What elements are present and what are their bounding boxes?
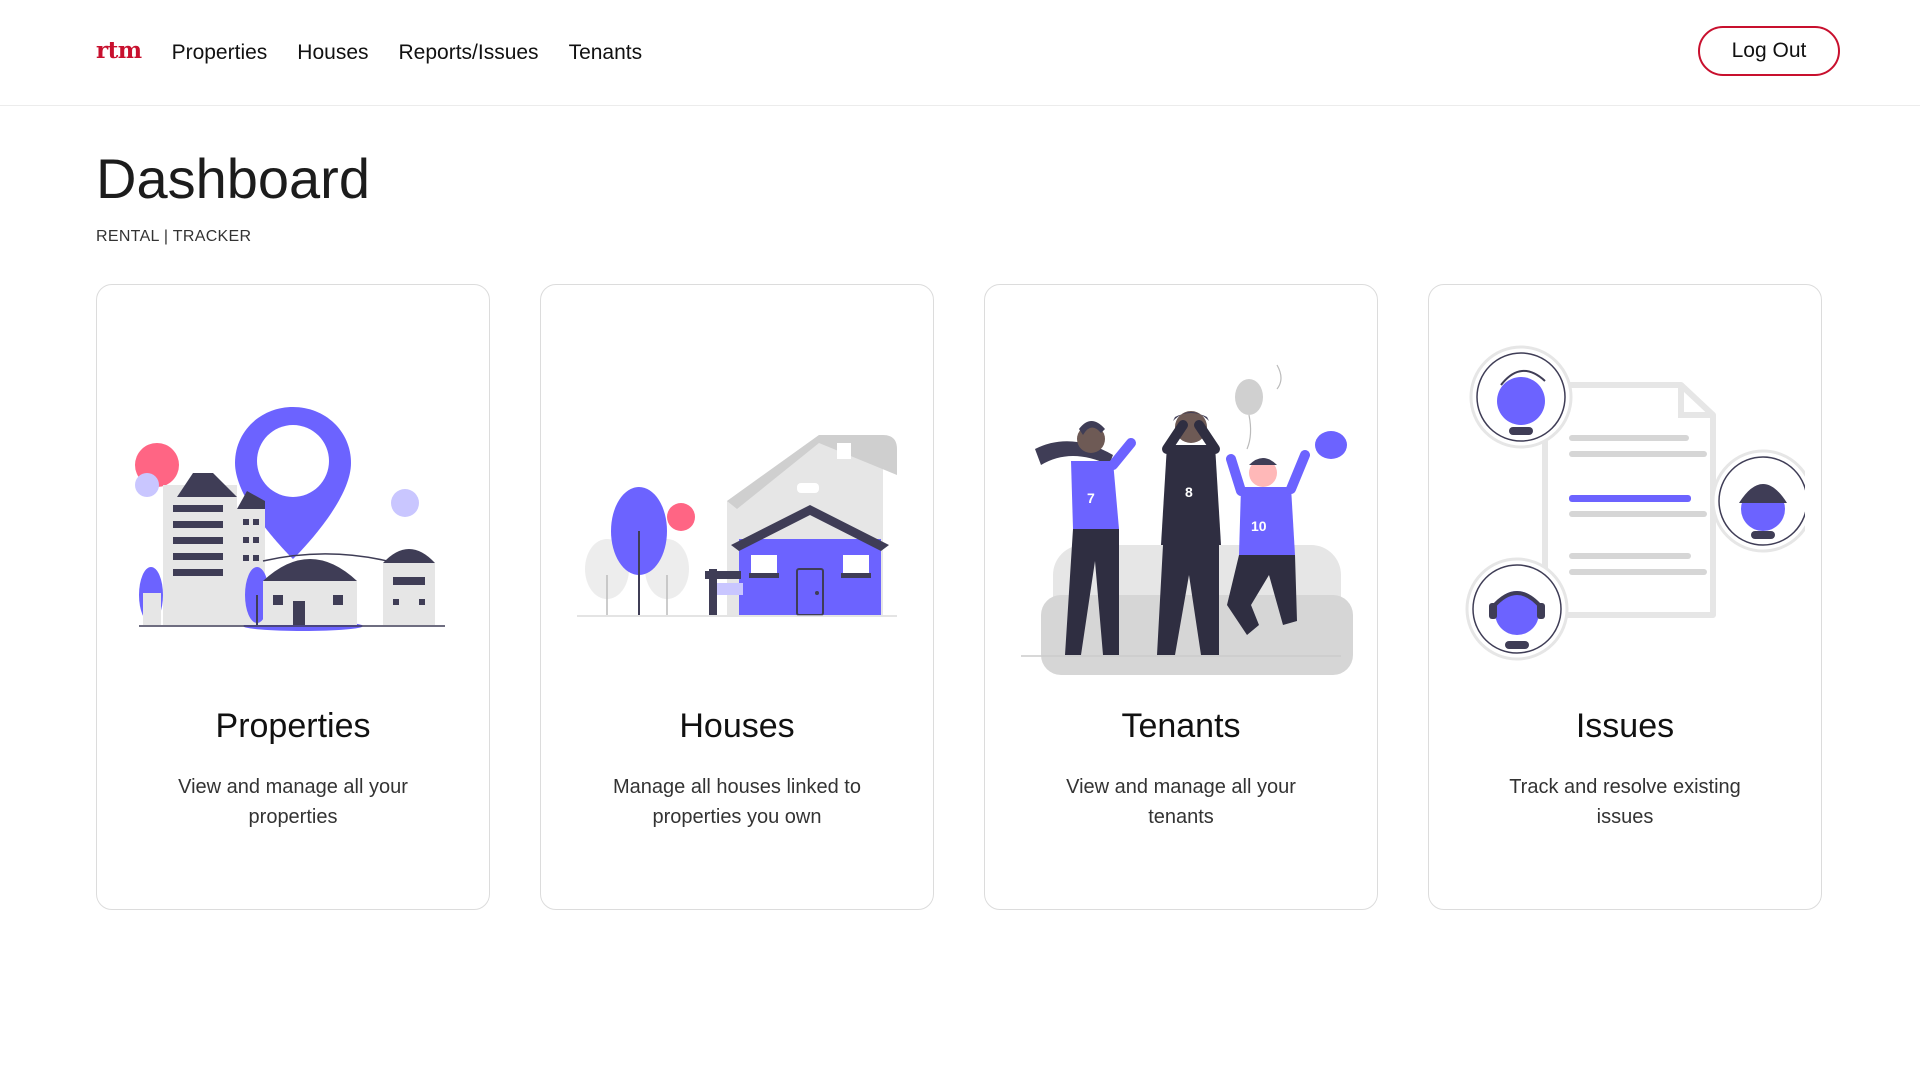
nav-link-tenants[interactable]: Tenants — [569, 41, 643, 65]
card-description: Manage all houses linked to properties y… — [613, 776, 861, 828]
card-title: Issues — [1575, 707, 1675, 745]
card-title: Properties — [215, 707, 371, 745]
card-description: Track and resolve existing issues — [1509, 776, 1741, 828]
log-out-button[interactable]: Log Out — [1698, 26, 1840, 76]
nav-link-houses[interactable]: Houses — [297, 41, 368, 65]
card-tenants[interactable]: 7 8 10 Tenants View and manage all your … — [984, 284, 1378, 910]
house-illustration — [577, 435, 897, 617]
document-support-illustration — [1465, 345, 1805, 661]
card-description: View and manage all your properties — [178, 776, 408, 828]
nav-link-reports-issues[interactable]: Reports/Issues — [399, 41, 539, 65]
page-header: Dashboard RENTAL | TRACKER — [0, 106, 1920, 246]
nav-links: Properties Houses Reports/Issues Tenants — [172, 41, 643, 65]
top-navbar: rtm Properties Houses Reports/Issues Ten… — [0, 0, 1920, 106]
nav-link-properties[interactable]: Properties — [172, 41, 268, 65]
page-title: Dashboard — [96, 147, 370, 210]
page-subtitle: RENTAL | TRACKER — [96, 227, 252, 245]
card-title: Houses — [679, 707, 795, 745]
card-properties[interactable]: Properties View and manage all your prop… — [96, 284, 490, 910]
card-title: Tenants — [1121, 707, 1241, 745]
rtm-logo[interactable]: rtm — [96, 37, 142, 64]
svg-text:8: 8 — [1185, 484, 1193, 500]
svg-text:7: 7 — [1087, 490, 1095, 506]
svg-text:10: 10 — [1251, 518, 1267, 534]
people-celebrating-illustration: 7 8 10 — [1021, 364, 1353, 675]
card-houses[interactable]: Houses Manage all houses linked to prope… — [540, 284, 934, 910]
dashboard-cards: Properties View and manage all your prop… — [96, 284, 1822, 910]
card-description: View and manage all your tenants — [1066, 776, 1296, 828]
card-issues[interactable]: Issues Track and resolve existing issues — [1428, 284, 1822, 910]
city-location-illustration — [135, 407, 445, 631]
